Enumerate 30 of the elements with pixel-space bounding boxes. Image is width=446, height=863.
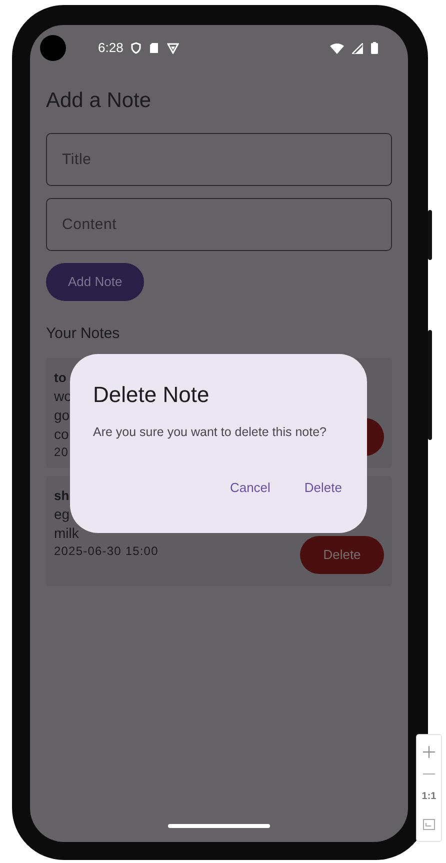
dialog-button[interactable]: Cancel (218, 474, 282, 502)
battery-icon (371, 42, 378, 54)
dialog-button[interactable]: Delete (292, 474, 354, 502)
sd-card-icon (149, 42, 160, 54)
wifi-icon (330, 42, 344, 54)
zoom-out-icon[interactable] (423, 772, 435, 775)
shield-icon (131, 42, 142, 54)
vpn-icon (167, 42, 180, 54)
camera-hole (40, 35, 66, 61)
delete-button[interactable]: Delete (300, 536, 384, 574)
zoom-in-icon[interactable] (423, 746, 435, 758)
section-heading: Your Notes (46, 324, 121, 344)
zoom-reset-button[interactable]: 1:1 (422, 789, 436, 804)
fit-screen-icon[interactable] (423, 818, 435, 830)
dialog-message: Are you sure you want to delete this note? (93, 424, 328, 441)
note-line: milk (54, 524, 80, 543)
note-title: to (54, 369, 68, 387)
dialog-title: Delete Note (93, 381, 210, 409)
note-line: go (54, 406, 71, 425)
signal-icon (352, 42, 363, 54)
page-heading: Add a Note (46, 88, 152, 114)
text-field[interactable]: Content (46, 198, 392, 250)
add-note-button[interactable]: Add Note (46, 262, 144, 300)
note-line: eg (54, 505, 71, 524)
note-date: 2025-06-30 15:00 (54, 543, 158, 560)
note-line: co (54, 425, 70, 444)
note-title: sh (54, 487, 70, 505)
note-date: 20 (54, 444, 70, 461)
status-time: 6:28 (98, 39, 124, 58)
text-field[interactable]: Title (46, 132, 392, 186)
